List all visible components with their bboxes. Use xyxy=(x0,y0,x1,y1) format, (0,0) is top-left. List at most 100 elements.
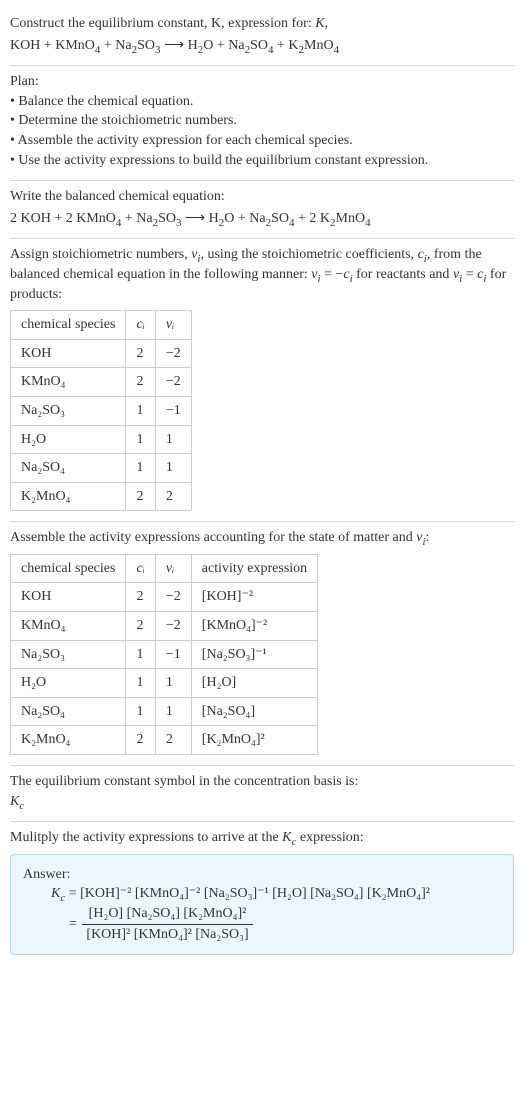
kc: K xyxy=(282,830,291,845)
text: Mulitply the activity expressions to arr… xyxy=(10,830,282,845)
col-activity: activity expression xyxy=(191,554,317,583)
plan-head: Plan: xyxy=(10,72,514,92)
eq-part: SO xyxy=(250,38,268,53)
cell: H₂O xyxy=(11,425,126,454)
cell: 1 xyxy=(155,454,191,483)
cell: Na₂SO₄ xyxy=(11,454,126,483)
balanced-section: Write the balanced chemical equation: 2 … xyxy=(10,181,514,239)
table-header-row: chemical species cᵢ νᵢ xyxy=(11,311,192,340)
activity-table: chemical species cᵢ νᵢ activity expressi… xyxy=(10,554,318,755)
eq-part: 2 KOH + 2 KMnO xyxy=(10,211,116,226)
cell: 1 xyxy=(126,425,155,454)
col-vi: νᵢ xyxy=(155,554,191,583)
cell: KOH xyxy=(11,583,126,612)
eq-part: + Na xyxy=(121,211,152,226)
table-row: KOH2−2[KOH]⁻² xyxy=(11,583,318,612)
col-vi: νᵢ xyxy=(155,311,191,340)
cell: 1 xyxy=(126,640,155,669)
cell: 1 xyxy=(155,697,191,726)
cell: K₂MnO₄ xyxy=(11,726,126,755)
kc: K xyxy=(10,794,19,809)
kc: K xyxy=(51,886,60,901)
cell: [Na₂SO₃]⁻¹ xyxy=(191,640,317,669)
eq-part: MnO xyxy=(336,211,366,226)
eq: = xyxy=(69,916,80,931)
eq-part: MnO xyxy=(304,38,334,53)
sub: c xyxy=(19,799,24,811)
intro-line: Construct the equilibrium constant, K, e… xyxy=(10,14,514,34)
cell: 1 xyxy=(126,697,155,726)
col-ci: cᵢ xyxy=(126,554,155,583)
cell: KMnO₄ xyxy=(11,612,126,641)
eq-part: SO xyxy=(158,211,176,226)
cell: −1 xyxy=(155,396,191,425)
balanced-head: Write the balanced chemical equation: xyxy=(10,187,514,207)
cell: [KOH]⁻² xyxy=(191,583,317,612)
answer-box: Answer: Kc = [KOH]⁻² [KMnO₄]⁻² [Na₂SO₃]⁻… xyxy=(10,854,514,955)
stoich-section: Assign stoichiometric numbers, νi, using… xyxy=(10,239,514,522)
plan-section: Plan: • Balance the chemical equation. •… xyxy=(10,66,514,181)
eq-part: O + Na xyxy=(224,211,265,226)
cell: 1 xyxy=(126,396,155,425)
cell: [Na₂SO₄] xyxy=(191,697,317,726)
text: = xyxy=(462,267,477,282)
cell: 1 xyxy=(126,454,155,483)
cell: [KMnO₄]⁻² xyxy=(191,612,317,641)
label: chemical species xyxy=(21,317,115,332)
activity-section: Assemble the activity expressions accoun… xyxy=(10,522,514,766)
label: chemical species xyxy=(21,561,115,576)
eq-arrow: ⟶ H xyxy=(161,38,198,53)
col-ci: cᵢ xyxy=(126,311,155,340)
cell: −2 xyxy=(155,368,191,397)
cell: 1 xyxy=(155,425,191,454)
numerator: [H₂O] [Na₂SO₄] [K₂MnO₄]² xyxy=(82,904,252,925)
cell: [K₂MnO₄]² xyxy=(191,726,317,755)
text: , using the stoichiometric coefficients, xyxy=(200,247,417,262)
label: νᵢ xyxy=(166,317,174,332)
text: Assemble the activity expressions accoun… xyxy=(10,530,416,545)
assemble-text: Assemble the activity expressions accoun… xyxy=(10,528,514,548)
expr: [KOH]⁻² [KMnO₄]⁻² [Na₂SO₃]⁻¹ [H₂O] [Na₂S… xyxy=(80,886,430,901)
eq-part: + 2 K xyxy=(294,211,330,226)
cell: 2 xyxy=(126,339,155,368)
eq-part: SO xyxy=(137,38,155,53)
label: νᵢ xyxy=(166,561,174,576)
text: Assign stoichiometric numbers, xyxy=(10,247,191,262)
text: expression: xyxy=(296,830,363,845)
cell: [H₂O] xyxy=(191,669,317,698)
cell: 2 xyxy=(126,726,155,755)
cell: −2 xyxy=(155,339,191,368)
cell: 1 xyxy=(155,669,191,698)
kc-line: The equilibrium constant symbol in the c… xyxy=(10,772,514,792)
eq-part: + K xyxy=(273,38,298,53)
plan-item: • Determine the stoichiometric numbers. xyxy=(10,111,514,131)
table-row: KMnO₄2−2 xyxy=(11,368,192,397)
cell: −2 xyxy=(155,583,191,612)
cell: H₂O xyxy=(11,669,126,698)
eq-arrow: ⟶ H xyxy=(182,211,219,226)
cell: K₂MnO₄ xyxy=(11,482,126,511)
cell: KMnO₄ xyxy=(11,368,126,397)
label: cᵢ xyxy=(136,317,144,332)
denominator: [KOH]² [KMnO₄]² [Na₂SO₃] xyxy=(82,925,252,945)
cell: −1 xyxy=(155,640,191,669)
kc-symbol-section: The equilibrium constant symbol in the c… xyxy=(10,766,514,822)
cell: 2 xyxy=(126,482,155,511)
cell: Na₂SO₃ xyxy=(11,396,126,425)
table-row: Na₂SO₃1−1 xyxy=(11,396,192,425)
table-row: KOH2−2 xyxy=(11,339,192,368)
text: : xyxy=(426,530,430,545)
cell: Na₂SO₄ xyxy=(11,697,126,726)
table-row: K₂MnO₄22 xyxy=(11,482,192,511)
table-row: Na₂SO₄11 xyxy=(11,454,192,483)
eq-part: SO xyxy=(271,211,289,226)
cell: KOH xyxy=(11,339,126,368)
answer-line1: Kc = [KOH]⁻² [KMnO₄]⁻² [Na₂SO₃]⁻¹ [H₂O] … xyxy=(51,884,501,904)
label: cᵢ xyxy=(136,561,144,576)
text: for reactants and xyxy=(353,267,453,282)
intro-text: Construct the equilibrium constant, K, e… xyxy=(10,16,312,31)
intro-equation: KOH + KMnO4 + Na2SO3 ⟶ H2O + Na2SO4 + K2… xyxy=(10,36,514,56)
balanced-equation: 2 KOH + 2 KMnO4 + Na2SO3 ⟶ H2O + Na2SO4 … xyxy=(10,209,514,229)
stoich-text: Assign stoichiometric numbers, νi, using… xyxy=(10,245,514,304)
table-row: K₂MnO₄22[K₂MnO₄]² xyxy=(11,726,318,755)
